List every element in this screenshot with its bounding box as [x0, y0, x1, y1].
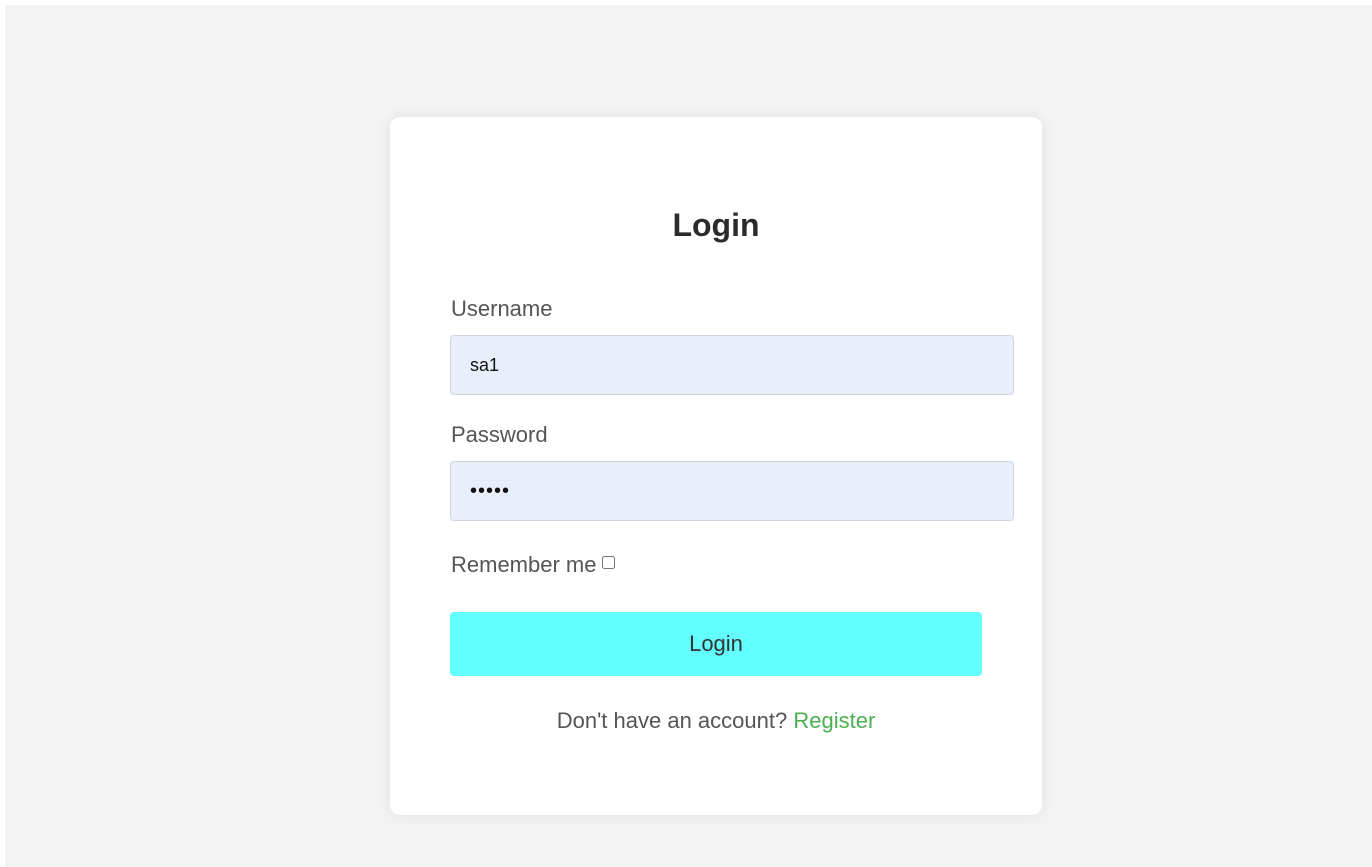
remember-me-label: Remember me [451, 552, 597, 577]
register-prompt: Don't have an account? Register [390, 707, 1042, 735]
page-title: Login [672, 207, 760, 243]
register-prompt-text: Don't have an account? [556, 708, 788, 733]
page-background: Login Username Password Remember me Logi… [5, 5, 1372, 867]
login-card: Login Username Password Remember me Logi… [390, 117, 1042, 815]
remember-me-checkbox[interactable] [602, 555, 616, 569]
username-label: Username [451, 296, 553, 321]
password-label: Password [451, 422, 548, 447]
login-button[interactable]: Login [450, 612, 982, 676]
remember-me-row: Remember me [451, 551, 616, 579]
username-field[interactable] [450, 335, 1014, 395]
password-field[interactable] [450, 461, 1014, 521]
register-link[interactable]: Register [793, 708, 875, 733]
